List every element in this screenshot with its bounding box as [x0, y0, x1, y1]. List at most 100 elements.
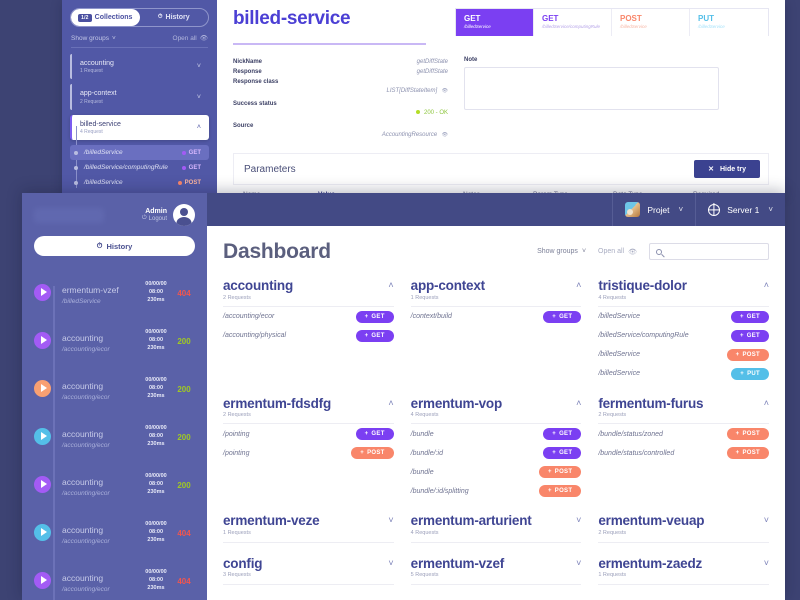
card-header[interactable]: accounting 2 Requests ˄ — [223, 278, 394, 307]
chevron-down-icon[interactable]: ˅ — [576, 513, 581, 525]
account-block[interactable]: Admin ⏻ Logout — [142, 204, 195, 226]
method-pill[interactable]: + POST — [726, 447, 769, 460]
play-icon[interactable] — [32, 281, 53, 303]
endpoint-row[interactable]: /billedService + PUT — [598, 364, 769, 383]
method-pill[interactable]: + PUT — [731, 367, 769, 380]
method-pill[interactable]: + POST — [726, 348, 769, 361]
endpoint-row[interactable]: /pointing + POST — [223, 443, 394, 462]
endpoint-row[interactable]: /billedService/computingRule + GET — [598, 326, 769, 345]
chevron-up-icon[interactable]: ˄ — [764, 396, 769, 408]
endpoint-row[interactable]: /bundle/:id/splitting + POST — [411, 481, 582, 500]
hide-try-button[interactable]: ✕ Hide try — [694, 160, 760, 179]
method-pill[interactable]: + GET — [543, 310, 582, 323]
search-input[interactable] — [649, 243, 769, 260]
status-code: 404 — [177, 529, 191, 538]
logout-link[interactable]: ⏻ Logout — [142, 215, 167, 222]
open-all-control[interactable]: Open all 👁 — [173, 34, 208, 43]
method-tabs[interactable]: GET /billedService GET /billedService/co… — [455, 8, 769, 37]
method-pill[interactable]: + POST — [351, 447, 394, 460]
tab-history[interactable]: ⏱ History — [140, 9, 209, 26]
server-selector[interactable]: Server 1 ˅ — [695, 193, 785, 226]
card-header[interactable]: ermentum-vop 4 Requests ˄ — [410, 396, 582, 425]
play-icon[interactable] — [32, 329, 53, 351]
history-item[interactable]: ermentum-vzef /billedService 00/00/00 08… — [32, 268, 197, 316]
card-header[interactable]: config 3 Requests ˅ — [223, 556, 394, 586]
chevron-up-icon[interactable]: ˄ — [388, 396, 393, 408]
chevron-down-icon[interactable]: ˅ — [388, 513, 393, 525]
method-pill[interactable]: + GET — [355, 310, 394, 323]
chevron-down-icon[interactable]: ˅ — [388, 556, 393, 568]
history-item[interactable]: accounting /accounting/ecor 00/00/00 08:… — [32, 460, 197, 508]
play-icon[interactable] — [32, 425, 53, 447]
card-header[interactable]: ermentum-veze 1 Requests ˅ — [223, 513, 394, 543]
method-pill[interactable]: + POST — [538, 466, 582, 479]
method-pill[interactable]: + GET — [355, 329, 394, 342]
history-item[interactable]: accounting /accounting/ecor 00/00/00 08:… — [32, 556, 197, 600]
card-header[interactable]: ermentum-veuap 2 Requests ˅ — [598, 513, 769, 543]
endpoint-row[interactable]: /accounting/ecor + GET — [223, 307, 394, 326]
chevron-up-icon[interactable]: ˄ — [388, 278, 393, 290]
open-all-control[interactable]: Open all 👁 — [598, 248, 637, 256]
endpoint-row[interactable]: /context/build + GET — [411, 307, 582, 326]
endpoint-row[interactable]: /bundle + POST — [411, 462, 582, 481]
tab-collections[interactable]: 1/2 Collections — [71, 9, 140, 26]
chevron-down-icon[interactable]: ˅ — [764, 556, 769, 568]
card-header[interactable]: ermentum-arturient 4 Requests ˅ — [410, 513, 582, 543]
sidebar-request-item[interactable]: /billedService/computingRule GET — [70, 160, 209, 175]
eye-icon[interactable]: 👁 — [442, 88, 448, 94]
history-item[interactable]: accounting /accounting/ecor 00/00/00 08:… — [32, 364, 197, 412]
method-pill[interactable]: + GET — [355, 428, 394, 441]
status-badge: 200 — [171, 427, 197, 445]
chevron-up-icon[interactable]: ˄ — [764, 278, 769, 290]
chevron-down-icon[interactable]: ˅ — [764, 513, 769, 525]
sidebar-request-item[interactable]: /billedService GET — [70, 145, 209, 161]
method-pill[interactable]: + POST — [726, 428, 769, 441]
eye-icon[interactable]: 👁 — [442, 132, 448, 138]
show-groups-control[interactable]: Show groups ˅ — [537, 248, 586, 255]
sidebar-group-accounting[interactable]: accounting 1 Request ˅ — [70, 54, 209, 80]
endpoint-row[interactable]: /bundle/status/zoned + POST — [598, 424, 769, 443]
endpoint-row[interactable]: /billedService + GET — [598, 307, 769, 326]
project-selector[interactable]: Projet ˅ — [612, 193, 695, 226]
endpoint-row[interactable]: /billedService + POST — [598, 345, 769, 364]
history-button[interactable]: ⏱ History — [34, 236, 195, 256]
history-item[interactable]: accounting /accounting/ecor 00/00/00 08:… — [32, 508, 197, 556]
tab-get-computingrule[interactable]: GET /billedService/computingRule — [534, 9, 612, 37]
tab-put-billedservice[interactable]: PUT /billedService — [690, 9, 768, 36]
endpoint-row[interactable]: /accounting/physical + GET — [223, 326, 394, 345]
card-header[interactable]: tristique-dolor 4 Requests ˄ — [598, 278, 769, 307]
avatar[interactable] — [173, 204, 195, 226]
method-pill[interactable]: + GET — [730, 329, 769, 342]
card-header[interactable]: ermentum-vzef 5 Requests ˅ — [410, 556, 582, 586]
card-header[interactable]: ermentum-zaedz 1 Requests ˅ — [598, 556, 769, 586]
method-pill[interactable]: + GET — [543, 447, 582, 460]
card-header[interactable]: app-context 1 Requests ˄ — [410, 278, 582, 307]
endpoint-path: /billedService — [598, 370, 640, 378]
note-textarea[interactable] — [464, 67, 719, 111]
play-icon[interactable] — [32, 473, 53, 495]
show-groups-control[interactable]: Show groups ˅ — [71, 35, 116, 42]
endpoint-row[interactable]: /bundle/status/controlled + POST — [598, 443, 769, 462]
play-icon[interactable] — [32, 521, 53, 543]
tab-post-billedservice[interactable]: POST /billedService — [612, 9, 690, 37]
chevron-down-icon[interactable]: ˅ — [576, 556, 581, 568]
method-pill[interactable]: + GET — [543, 428, 582, 441]
sidebar-request-item[interactable]: /billedService POST — [70, 175, 209, 190]
play-icon[interactable] — [32, 377, 53, 399]
sidebar-group-billed-service[interactable]: billed-service 4 Request ˄ — [70, 114, 209, 141]
chevron-up-icon[interactable]: ˄ — [576, 278, 581, 290]
endpoint-row[interactable]: /bundle + GET — [411, 424, 582, 443]
endpoint-row[interactable]: /bundle/:id + GET — [411, 443, 582, 462]
method-pill[interactable]: + POST — [538, 485, 582, 498]
play-icon[interactable] — [32, 569, 53, 591]
chevron-up-icon[interactable]: ˄ — [576, 396, 581, 408]
sidebar-group-app-context[interactable]: app-context 2 Request ˅ — [70, 84, 209, 110]
endpoint-row[interactable]: /pointing + GET — [223, 424, 394, 443]
card-header[interactable]: fermentum-furus 2 Requests ˄ — [598, 396, 769, 425]
tab-get-billedservice[interactable]: GET /billedService — [456, 9, 534, 37]
collections-history-toggle[interactable]: 1/2 Collections ⏱ History — [70, 8, 209, 27]
method-pill[interactable]: + GET — [730, 310, 769, 323]
history-item[interactable]: accounting /accounting/ecor 00/00/00 08:… — [32, 316, 197, 364]
card-header[interactable]: ermentum-fdsdfg 2 Requests ˄ — [223, 396, 394, 425]
history-item[interactable]: accounting /accounting/ecor 00/00/00 08:… — [32, 412, 197, 460]
